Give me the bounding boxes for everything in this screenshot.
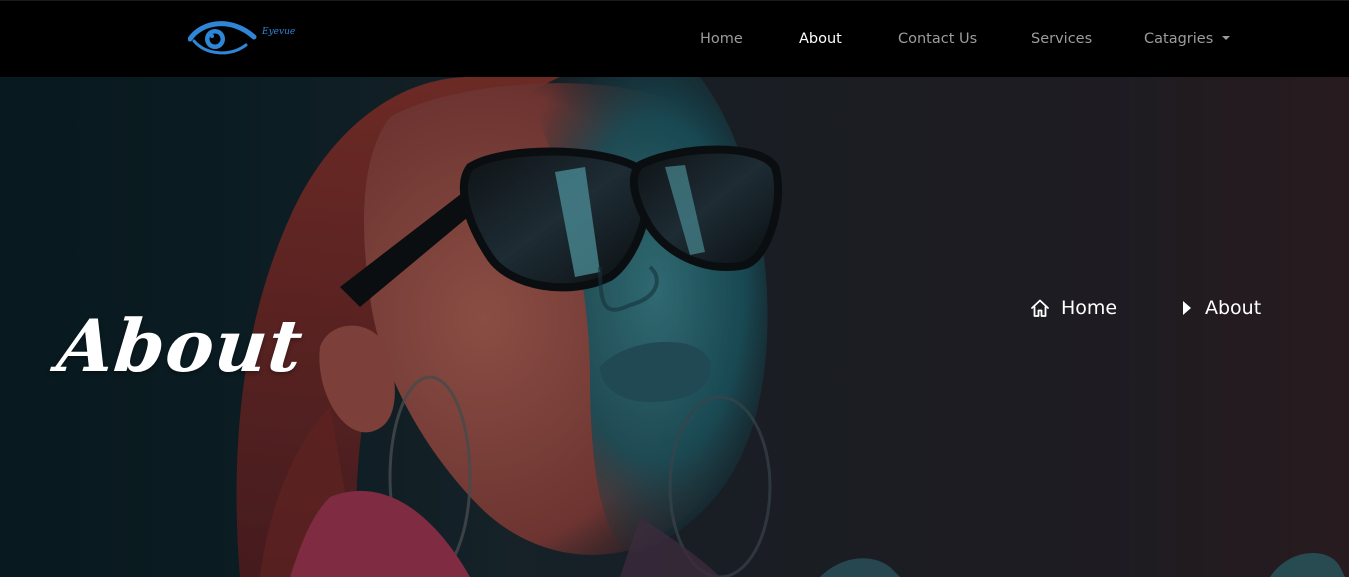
caret-right-icon bbox=[1180, 299, 1194, 317]
navbar: Eyevue Home About Contact Us Services Ca… bbox=[0, 0, 1349, 77]
page: Eyevue Home About Contact Us Services Ca… bbox=[0, 0, 1349, 577]
nav-link-services[interactable]: Services bbox=[1031, 31, 1092, 47]
nav-dropdown-label: Catagries bbox=[1144, 31, 1214, 47]
hero-banner: About Home About bbox=[0, 77, 1349, 577]
nav-dropdown-catagries[interactable]: Catagries bbox=[1144, 31, 1231, 47]
nav-menu: Home About Contact Us Services Catagries bbox=[0, 1, 1349, 78]
breadcrumb-about-label: About bbox=[1205, 297, 1262, 319]
breadcrumb-home[interactable]: Home bbox=[1030, 297, 1117, 319]
breadcrumb-home-label: Home bbox=[1061, 297, 1118, 319]
nav-link-home[interactable]: Home bbox=[700, 31, 743, 47]
breadcrumb-about[interactable]: About bbox=[1180, 297, 1261, 319]
page-title: About bbox=[53, 303, 308, 389]
home-icon bbox=[1030, 298, 1050, 318]
nav-link-about[interactable]: About bbox=[799, 31, 842, 47]
chevron-down-icon bbox=[1222, 36, 1231, 40]
nav-link-contact-us[interactable]: Contact Us bbox=[898, 31, 977, 47]
